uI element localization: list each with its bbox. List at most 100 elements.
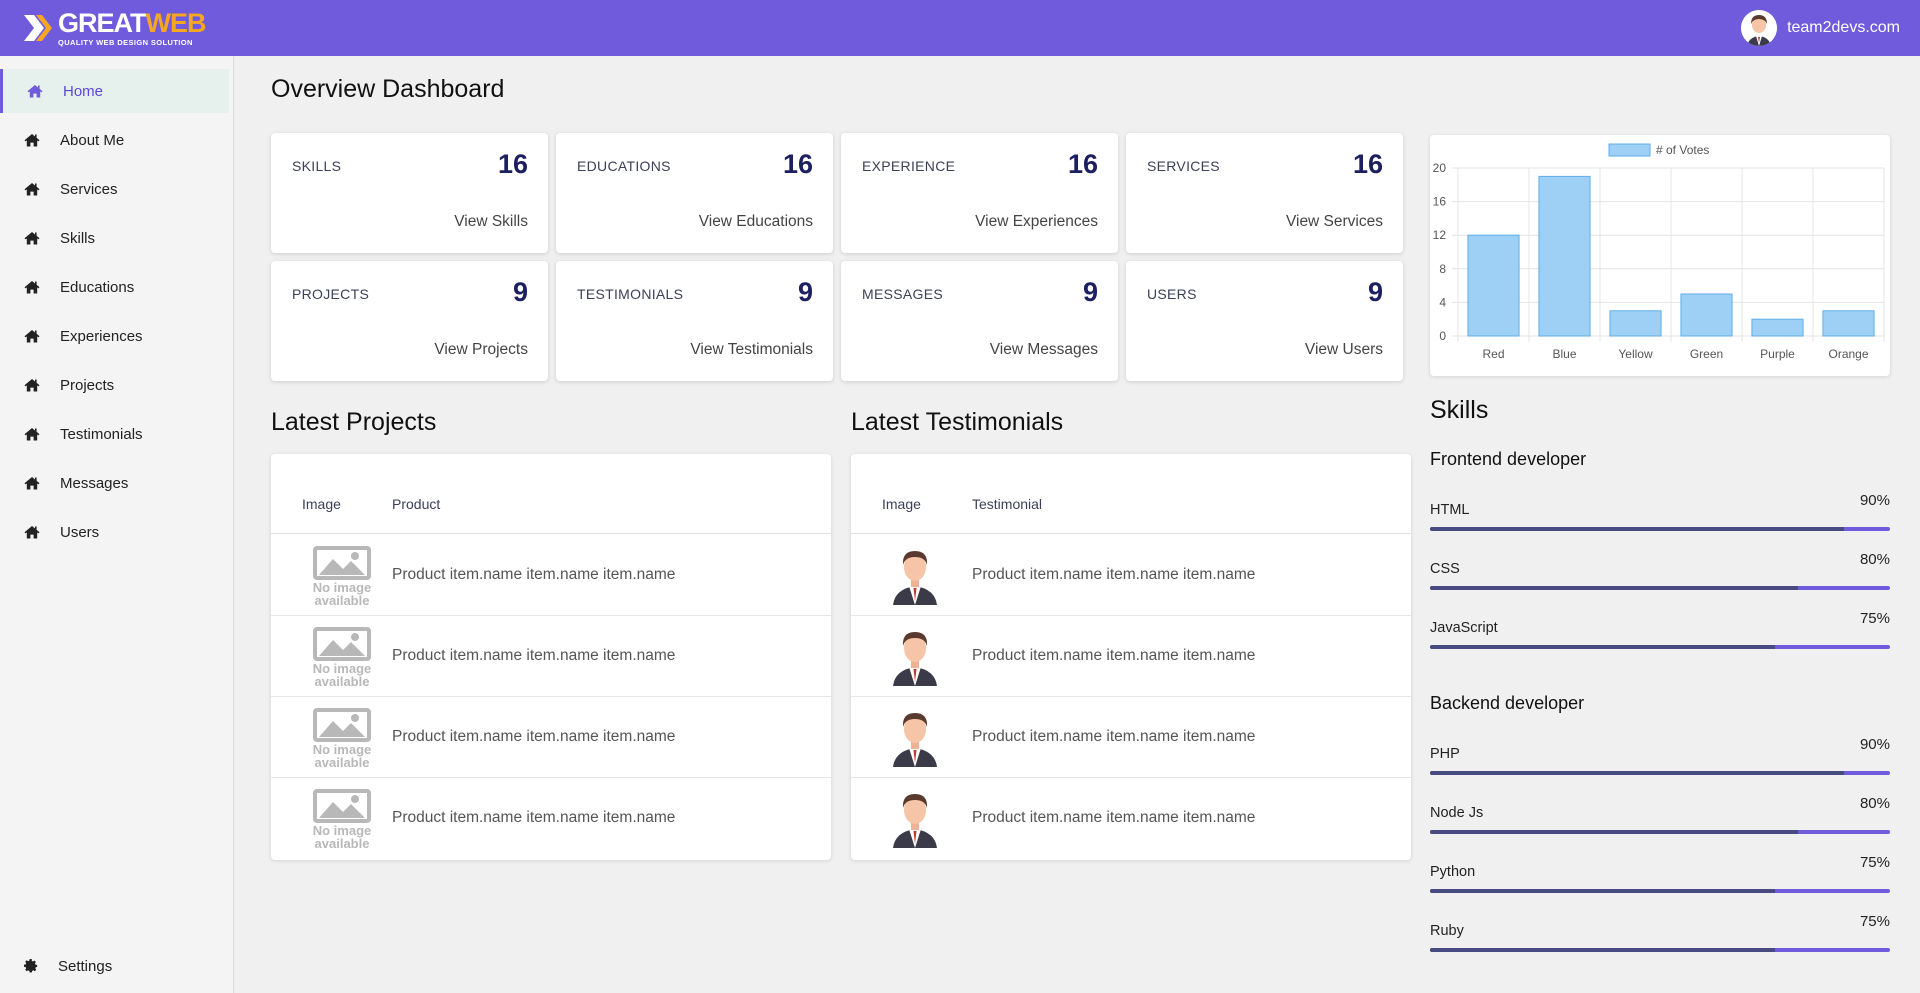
sidebar-item-messages[interactable]: Messages (0, 461, 233, 505)
x-tick-label: Purple (1760, 347, 1795, 361)
row-text: Product item.name item.name item.name (392, 728, 676, 745)
sidebar-item-skills[interactable]: Skills (0, 216, 233, 260)
skill-progress-bar (1430, 830, 1890, 834)
sidebar-item-settings[interactable]: Settings (0, 951, 233, 981)
latest-projects-table: Image Product No image available Product i… (271, 454, 831, 860)
sidebar-item-testimonials[interactable]: Testimonials (0, 412, 233, 456)
bar-yellow (1609, 310, 1662, 337)
y-tick-label: 8 (1439, 262, 1446, 276)
view-projects-link[interactable]: View Projects (434, 341, 528, 359)
skill-progress-bar (1430, 948, 1890, 952)
skill-row: JavaScript 75% (1430, 610, 1890, 654)
stat-count: 9 (512, 277, 528, 307)
stat-card-services: SERVICES 16 View Services (1126, 133, 1403, 253)
home-icon (24, 378, 40, 392)
row-text: Product item.name item.name item.name (972, 809, 1256, 826)
table-row[interactable]: No image available Product item.name item.… (271, 535, 831, 616)
view-experience-link[interactable]: View Experiences (975, 213, 1098, 231)
sidebar-item-label: Projects (60, 376, 115, 394)
column-header-image: Image (882, 496, 921, 512)
stat-label: EXPERIENCE (862, 158, 956, 174)
skill-progress-bar (1430, 889, 1890, 893)
skill-row: Ruby 75% (1430, 913, 1890, 957)
skill-name: JavaScript (1430, 620, 1498, 636)
table-row[interactable]: Product item.name item.name item.name (851, 778, 1411, 859)
stat-label: SERVICES (1147, 158, 1220, 174)
skill-name: Node Js (1430, 805, 1484, 821)
skill-progress-fill (1430, 771, 1844, 775)
skill-progress-bar (1430, 771, 1890, 775)
sidebar-item-label: Skills (60, 229, 96, 247)
skill-group-title: Frontend developer (1430, 449, 1587, 469)
view-skills-link[interactable]: View Skills (454, 213, 528, 231)
row-text: Product item.name item.name item.name (392, 647, 676, 664)
skill-percent: 80% (1859, 551, 1890, 568)
y-tick-label: 0 (1439, 329, 1446, 343)
table-row[interactable]: Product item.name item.name item.name (851, 697, 1411, 778)
skill-row: PHP 90% (1430, 736, 1890, 780)
skill-name: PHP (1430, 746, 1460, 762)
table-row[interactable]: No image available Product item.name item.… (271, 616, 831, 697)
sidebar: Home About Me Services Skills Educations Expe… (0, 56, 234, 993)
sidebar-item-home[interactable]: Home (0, 69, 229, 113)
sidebar-item-projects[interactable]: Projects (0, 363, 233, 407)
person-avatar-icon (887, 705, 943, 769)
home-icon (24, 182, 40, 196)
bar-green (1680, 293, 1733, 337)
stat-card-educations: EDUCATIONS 16 View Educations (556, 133, 833, 253)
skill-progress-fill (1430, 948, 1775, 952)
table-row[interactable]: No image available Product item.name item.… (271, 697, 831, 778)
person-avatar-icon (887, 786, 943, 850)
sidebar-item-experiences[interactable]: Experiences (0, 314, 233, 358)
no-image-label-line2: available (314, 836, 370, 851)
sidebar-item-educations[interactable]: Educations (0, 265, 233, 309)
sidebar-item-about-me[interactable]: About Me (0, 118, 233, 162)
view-educations-link[interactable]: View Educations (699, 213, 813, 231)
table-row[interactable]: Product item.name item.name item.name (851, 535, 1411, 616)
skill-group-title: Backend developer (1430, 693, 1585, 713)
sidebar-item-users[interactable]: Users (0, 510, 233, 554)
y-tick-label: 12 (1433, 228, 1447, 242)
stat-label: EDUCATIONS (577, 158, 671, 174)
home-icon (24, 231, 40, 245)
skill-row: Node Js 80% (1430, 795, 1890, 839)
y-tick-label: 4 (1439, 295, 1446, 309)
home-icon (24, 476, 40, 490)
skill-percent: 75% (1859, 854, 1890, 871)
latest-testimonials-title: Latest Testimonials (851, 408, 1064, 436)
skill-percent: 90% (1859, 492, 1890, 509)
stat-card-users: USERS 9 View Users (1126, 261, 1403, 381)
view-services-link[interactable]: View Services (1286, 213, 1383, 231)
stat-count: 9 (797, 277, 813, 307)
gear-icon (24, 959, 38, 973)
sidebar-item-label: Home (63, 82, 104, 100)
stat-label: SKILLS (292, 158, 342, 174)
stat-count: 16 (1067, 149, 1098, 179)
skill-progress-bar (1430, 527, 1890, 531)
sidebar-item-label: Services (60, 180, 118, 198)
skill-progress-bar (1430, 586, 1890, 590)
sidebar-item-services[interactable]: Services (0, 167, 233, 211)
user-menu[interactable]: team2devs.com (1741, 10, 1900, 46)
no-image-label-line2: available (314, 755, 370, 770)
view-users-link[interactable]: View Users (1305, 341, 1383, 359)
stat-card-skills: SKILLS 16 View Skills (271, 133, 548, 253)
bar-purple (1751, 318, 1804, 337)
legend-label: # of Votes (1656, 143, 1709, 157)
skill-progress-fill (1430, 889, 1775, 893)
logo[interactable]: GREATWEB QUALITY WEB DESIGN SOLUTION (22, 9, 207, 47)
view-testimonials-link[interactable]: View Testimonials (690, 341, 813, 359)
skill-name: Ruby (1430, 923, 1464, 939)
table-row[interactable]: No image available Product item.name item.… (271, 778, 831, 859)
stat-count: 16 (1352, 149, 1383, 179)
view-messages-link[interactable]: View Messages (990, 341, 1098, 359)
table-header: Image Testimonial (851, 454, 1411, 534)
stat-card-experience: EXPERIENCE 16 View Experiences (841, 133, 1118, 253)
stat-count: 9 (1082, 277, 1098, 307)
table-row[interactable]: Product item.name item.name item.name (851, 616, 1411, 697)
skill-row: CSS 80% (1430, 551, 1890, 595)
table-header: Image Product (271, 454, 831, 534)
sidebar-item-label: About Me (60, 131, 125, 149)
x-tick-label: Yellow (1618, 347, 1653, 361)
skill-name: CSS (1430, 561, 1460, 577)
